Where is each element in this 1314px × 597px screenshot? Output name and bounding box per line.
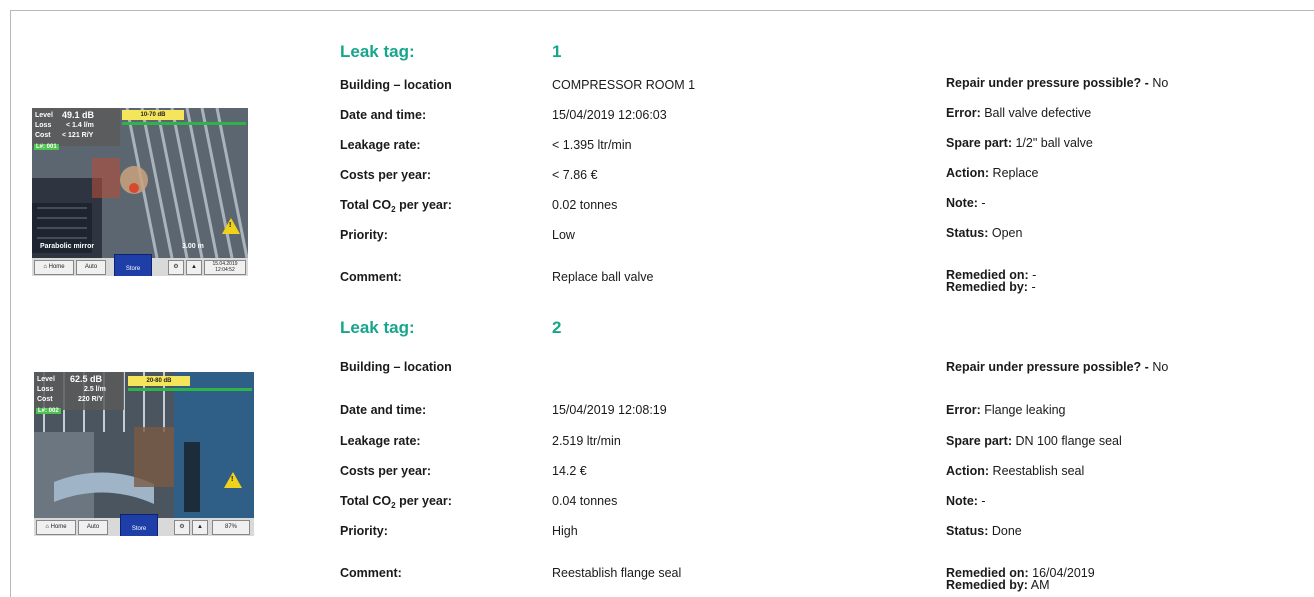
- building-value: COMPRESSOR ROOM 1: [552, 78, 696, 92]
- spare-part: Spare part: DN 100 flange seal: [946, 434, 1122, 448]
- leak-photo: Level 62.5 dB Loss 2.5 l/m Cost 220 R/Y …: [34, 372, 254, 536]
- spare-part: Spare part: 1/2" ball valve: [946, 136, 1093, 150]
- leakage-value: 2.519 ltr/min: [552, 434, 621, 448]
- comment-label: Comment:: [340, 270, 402, 284]
- cost-label: Cost: [35, 132, 51, 139]
- remedied-by: Remedied by: AM: [946, 578, 1050, 592]
- costs-value: 14.2 €: [552, 464, 587, 478]
- comment-label: Comment:: [340, 566, 402, 580]
- datetime-value: 15/04/2019 12:06:03: [552, 108, 667, 122]
- level-meter: [122, 122, 246, 125]
- error: Error: Flange leaking: [946, 403, 1066, 417]
- cost-value: < 121 R/Y: [62, 132, 94, 139]
- leakage-label: Leakage rate:: [340, 138, 421, 152]
- remedied-by: Remedied by: -: [946, 280, 1036, 294]
- leak-tag-number: 1: [552, 42, 562, 61]
- cost-value: 220 R/Y: [78, 396, 104, 403]
- home-button: ⌂ Home: [36, 520, 76, 535]
- leak-photo: Level 49.1 dB Loss < 1.4 l/m Cost < 121 …: [32, 108, 248, 276]
- leak-tag-number: 2: [552, 318, 562, 337]
- leakage-value: < 1.395 ltr/min: [552, 138, 632, 152]
- distance-label: 3.00 m: [182, 243, 204, 250]
- costs-value: < 7.86 €: [552, 168, 598, 182]
- leak-tag-title: Leak tag:: [340, 42, 415, 61]
- range-label: 20-80 dB: [128, 376, 190, 386]
- priority-label: Priority:: [340, 524, 388, 538]
- auto-button: Auto: [76, 260, 106, 275]
- warning-icon: !: [224, 472, 242, 488]
- loss-value: 2.5 l/m: [84, 386, 106, 393]
- repair-under-pressure: Repair under pressure possible? - No: [946, 76, 1169, 90]
- datetime-value: 15/04/2019 12:08:19: [552, 403, 667, 417]
- note: Note: -: [946, 196, 986, 210]
- level-value: 49.1 dB: [62, 110, 95, 120]
- note: Note: -: [946, 494, 986, 508]
- loss-value: < 1.4 l/m: [66, 122, 94, 129]
- leakage-label: Leakage rate:: [340, 434, 421, 448]
- level-label: Level: [35, 112, 53, 119]
- datetime-label: Date and time:: [340, 403, 427, 417]
- error: Error: Ball valve defective: [946, 106, 1092, 120]
- costs-label: Costs per year:: [340, 464, 432, 478]
- repair-under-pressure: Repair under pressure possible? - No: [946, 360, 1169, 374]
- level-label: Level: [37, 376, 55, 383]
- priority-value: Low: [552, 228, 575, 242]
- status: Status: Done: [946, 524, 1022, 538]
- co2-label: Total CO2 per year:: [340, 198, 452, 214]
- level-value: 62.5 dB: [70, 374, 103, 384]
- co2-value: 0.02 tonnes: [552, 198, 618, 212]
- priority-value: High: [552, 524, 578, 538]
- action: Action: Replace: [946, 166, 1039, 180]
- settings-icon: ⚙: [168, 260, 184, 275]
- leak-number-badge: L#: 001: [34, 144, 59, 150]
- store-button: Store: [114, 254, 152, 276]
- mode-label: Parabolic mirror: [40, 243, 95, 250]
- costs-label: Costs per year:: [340, 168, 432, 182]
- priority-label: Priority:: [340, 228, 388, 242]
- leak-number-badge: L#: 002: [36, 408, 61, 414]
- building-label: Building – location: [340, 360, 452, 374]
- level-meter: [128, 388, 252, 391]
- cost-label: Cost: [37, 396, 53, 403]
- alert-icon: ▲: [192, 520, 208, 535]
- device-toolbar: ⌂ Home Auto Store ⚙ ▲ 87%: [34, 514, 254, 536]
- settings-icon: ⚙: [174, 520, 190, 535]
- loss-label: Loss: [35, 122, 52, 129]
- datetime-label: Date and time:: [340, 108, 427, 122]
- co2-label: Total CO2 per year:: [340, 494, 452, 510]
- auto-button: Auto: [78, 520, 108, 535]
- loss-label: Loss: [37, 386, 54, 393]
- store-button: Store: [120, 514, 158, 536]
- building-label: Building – location: [340, 78, 452, 92]
- status: Status: Open: [946, 226, 1023, 240]
- co2-value: 0.04 tonnes: [552, 494, 618, 508]
- home-button: ⌂ Home: [34, 260, 74, 275]
- range-label: 10-70 dB: [122, 110, 184, 120]
- battery-indicator: 87%: [212, 520, 250, 535]
- alert-icon: ▲: [186, 260, 202, 275]
- datetime-box: 15.04.2019 12:04:52: [204, 260, 246, 275]
- leak-tag-title: Leak tag:: [340, 318, 415, 337]
- device-toolbar: ⌂ Home Auto Store ⚙ ▲ 15.04.2019 12:04:52: [32, 254, 248, 276]
- comment-value: Replace ball valve: [552, 270, 654, 284]
- warning-icon: !: [222, 218, 240, 234]
- action: Action: Reestablish seal: [946, 464, 1085, 478]
- comment-value: Reestablish flange seal: [552, 566, 682, 580]
